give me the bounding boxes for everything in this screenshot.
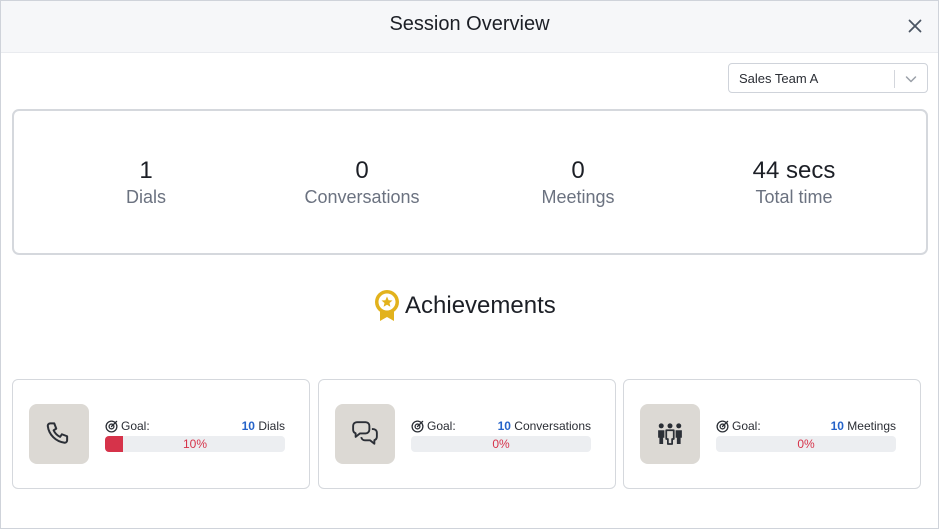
goal-unit: Conversations [514,419,591,433]
achievement-card-conversations: Goal: 10 Conversations 0% [318,379,616,489]
target-icon [105,420,118,433]
progress-text: 0% [797,437,815,451]
goal-row: Goal: 10 Dials [105,419,285,435]
achievement-card-dials: Goal: 10 Dials 10% [12,379,310,489]
goal-target: 10 Conversations [498,419,591,433]
stat-value: 44 secs [752,157,836,184]
team-select[interactable]: Sales Team A [728,63,928,93]
goal-value: 10 [497,419,511,433]
goal-label: Goal: [121,419,150,433]
stat-value: 0 [571,157,585,184]
goal-value: 10 [241,419,255,433]
goal-target: 10 Meetings [831,419,896,433]
stat-label: Total time [755,187,833,207]
stat-meetings: 0 Meetings [470,157,686,209]
icon-tile [335,404,395,464]
target-icon [411,420,424,433]
stat-label: Meetings [541,187,615,207]
session-stats-panel: 1 Dials 0 Conversations 0 Meetings 44 se… [12,109,928,255]
phone-icon [46,422,69,444]
stat-value: 1 [139,157,153,184]
stat-value: 0 [355,157,369,184]
close-icon [908,19,922,33]
stat-dials: 1 Dials [38,157,254,209]
stat-label: Conversations [304,187,420,207]
goal-target: 10 Dials [242,419,285,433]
goal-row: Goal: 10 Meetings [716,419,896,435]
target-icon [716,420,729,433]
close-button[interactable] [904,15,926,37]
chat-bubbles-icon [352,421,378,445]
stat-label: Dials [125,187,166,207]
chevron-down-icon[interactable] [903,71,919,87]
achievement-card-meetings: Goal: 10 Meetings 0% [623,379,921,489]
progress-bar: 10% [105,436,285,452]
goal-value: 10 [830,419,844,433]
progress-bar: 0% [411,436,591,452]
stat-total-time: 44 secs Total time [686,157,902,209]
goal-label: Goal: [732,419,761,433]
achievements-title: Achievements [405,292,556,319]
progress-text: 0% [492,437,510,451]
medal-icon [375,290,399,321]
progress-bar: 0% [716,436,896,452]
stat-conversations: 0 Conversations [254,157,470,209]
session-overview-modal: Session Overview Sales Team A 1 Dials 0 … [0,0,939,529]
team-select-value: Sales Team A [739,71,819,86]
progress-text: 10% [182,437,208,451]
achievements-heading: Achievements [373,289,556,323]
goal-row: Goal: 10 Conversations [411,419,591,435]
people-group-icon [658,423,682,445]
icon-tile [640,404,700,464]
page-title: Session Overview [389,13,550,35]
modal-header: Session Overview [1,1,938,53]
select-separator [894,70,895,88]
goal-unit: Dials [258,419,285,433]
goal-unit: Meetings [847,419,896,433]
icon-tile [29,404,89,464]
goal-label: Goal: [427,419,456,433]
